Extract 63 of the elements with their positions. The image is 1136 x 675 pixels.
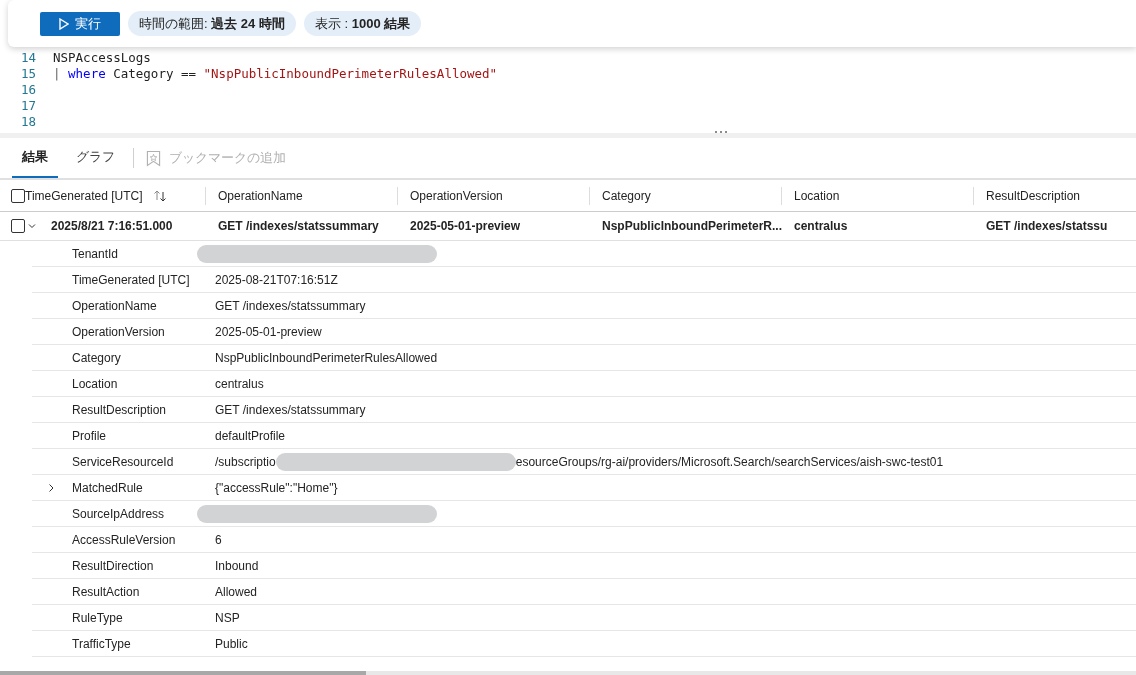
line-number: 15: [19, 65, 36, 81]
field-label: Category: [72, 350, 122, 365]
field-label: TimeGenerated [UTC]: [72, 272, 191, 287]
column-header[interactable]: OperationName: [218, 188, 303, 203]
field-value: NspPublicInboundPerimeterRulesAllowed: [215, 350, 438, 365]
field-value: 2025-05-01-preview: [215, 324, 322, 339]
result-tab[interactable]: グラフ: [66, 138, 125, 178]
column-header[interactable]: OperationVersion: [410, 188, 503, 203]
field-label: Location: [72, 376, 119, 391]
line-number: 18: [19, 113, 36, 129]
field-label: Profile: [72, 428, 107, 443]
column-header[interactable]: ResultDescription: [986, 188, 1081, 203]
time-range-button[interactable]: 時間の範囲: 過去 24 時間: [128, 11, 296, 36]
column-header[interactable]: Location: [794, 188, 840, 203]
field-label: OperationName: [72, 298, 158, 313]
field-value: esourceGroups/rg-ai/providers/Microsoft.Search/searchServices/aish-swc-test01: [515, 454, 944, 469]
table-cell: 2025/8/21 7:16:51.000: [51, 219, 173, 233]
field-label: OperationVersion: [72, 324, 166, 339]
field-value: 6: [215, 532, 222, 547]
field-label: TrafficType: [72, 636, 132, 651]
line-number: 17: [19, 97, 36, 113]
field-value: centralus: [215, 376, 264, 391]
code-line: | where Category == "NspPublicInboundPerimeterRulesAllowed": [53, 65, 498, 81]
result-limit-button[interactable]: 表示 : 1000 結果: [303, 11, 422, 36]
select-all-checkbox[interactable]: [11, 188, 25, 203]
field-label: RuleType: [72, 610, 124, 625]
result-tab[interactable]: 結果: [12, 138, 58, 178]
field-value: defaultProfile: [215, 428, 286, 443]
sort-icon[interactable]: [152, 189, 167, 202]
field-label: ResultDescription: [72, 402, 168, 417]
table-cell: GET /indexes/statssu: [986, 219, 1108, 233]
field-label: AccessRuleVersion: [72, 532, 177, 547]
table-cell: 2025-05-01-preview: [410, 219, 521, 233]
field-value: GET /indexes/statssummary: [215, 298, 366, 313]
field-label: ResultAction: [72, 584, 141, 599]
line-number: 14: [19, 49, 36, 65]
splitter-handle-icon[interactable]: [714, 130, 728, 134]
row-checkbox[interactable]: [11, 219, 25, 233]
field-value: 2025-08-21T07:16:51Z: [215, 272, 338, 287]
field-label: ResultDirection: [72, 558, 155, 573]
bookmark-icon: [146, 149, 161, 167]
run-button[interactable]: 実行: [40, 11, 120, 36]
field-label: ServiceResourceId: [72, 454, 175, 469]
field-label: SourceIpAddress: [72, 506, 166, 521]
field-value: Inbound: [215, 558, 259, 573]
field-value: /subscriptio: [215, 454, 276, 469]
field-label: MatchedRule: [72, 480, 144, 495]
table-cell: centralus: [794, 219, 848, 233]
field-value: Allowed: [215, 584, 258, 599]
field-value: NSP: [215, 610, 240, 625]
table-cell: NspPublicInboundPerimeterR...: [602, 219, 783, 233]
play-icon: [59, 17, 69, 30]
column-header[interactable]: Category: [602, 188, 651, 203]
line-number: 16: [19, 81, 36, 97]
column-header[interactable]: TimeGenerated [UTC]: [25, 188, 167, 203]
table-cell: GET /indexes/statssummary: [218, 219, 379, 233]
code-line: NSPAccessLogs: [53, 49, 151, 65]
field-value: Public: [215, 636, 248, 651]
chevron-icon[interactable]: [46, 482, 56, 493]
scrollbar-thumb[interactable]: [0, 671, 366, 675]
field-value: GET /indexes/statssummary: [215, 402, 366, 417]
field-label: TenantId: [72, 246, 120, 261]
field-value: {"accessRule":"Home"}: [215, 480, 338, 495]
